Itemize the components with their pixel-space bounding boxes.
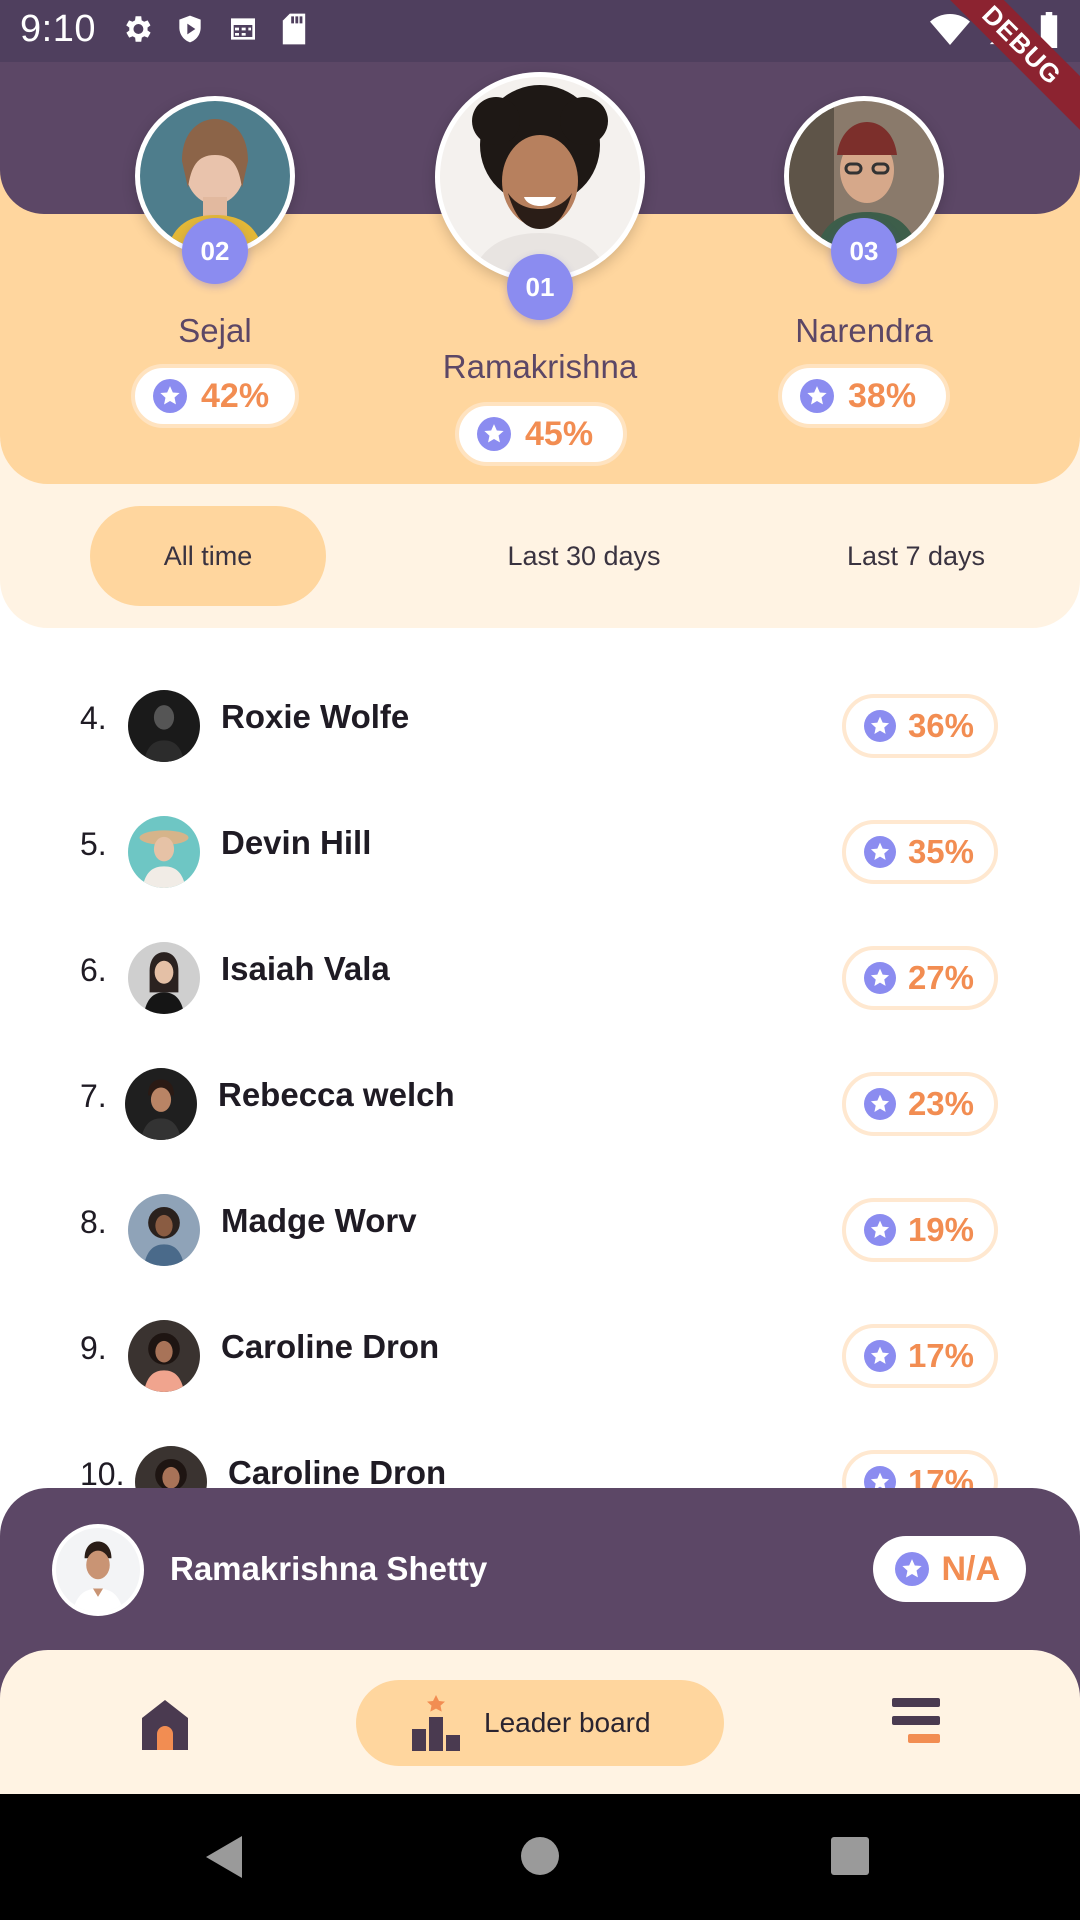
score-pill: 23% — [841, 1072, 998, 1136]
back-button[interactable] — [204, 1834, 244, 1885]
current-user-name: Ramakrishna Shetty — [170, 1550, 488, 1587]
star-icon — [895, 1552, 930, 1586]
score-pill: 38% — [778, 364, 950, 428]
score-value: N/A — [941, 1549, 1000, 1588]
rank-badge: 02 — [182, 218, 248, 284]
gear-icon — [120, 12, 154, 46]
podium-icon — [412, 1695, 460, 1751]
list-item[interactable]: 9. Caroline Dron 17% — [0, 1294, 1080, 1404]
score-value: 27% — [907, 959, 974, 996]
score-value: 45% — [525, 414, 594, 453]
system-navigation-bar — [0, 1794, 1080, 1920]
rank-badge: 03 — [831, 218, 897, 284]
bottom-navigation: Leader board — [0, 1650, 1080, 1794]
star-icon — [153, 379, 187, 413]
menu-icon — [892, 1698, 940, 1743]
avatar — [125, 1068, 197, 1140]
winner-name: Ramakrishna — [442, 348, 638, 385]
score-pill: 27% — [841, 946, 998, 1010]
avatar — [128, 942, 200, 1014]
player-name: Roxie Wolfe — [221, 698, 410, 735]
star-icon — [863, 836, 896, 868]
shield-play-icon — [174, 12, 206, 46]
player-name: Devin Hill — [221, 824, 372, 861]
star-icon — [863, 1340, 896, 1372]
avatar — [128, 816, 200, 888]
star-icon — [477, 417, 511, 451]
debug-ribbon: DEBUG — [920, 0, 1080, 160]
nav-leaderboard-label: Leader board — [484, 1707, 651, 1738]
list-item[interactable]: 5. Devin Hill 35% — [0, 790, 1080, 900]
winner-name: Narendra — [795, 312, 933, 349]
tab-all-time[interactable]: All time — [90, 506, 326, 606]
rank-number: 6. — [80, 952, 107, 988]
rank-number: 5. — [80, 826, 107, 862]
nav-leaderboard[interactable]: Leader board — [356, 1680, 724, 1766]
player-name: Caroline Dron — [228, 1454, 447, 1491]
home-icon — [142, 1700, 188, 1750]
nav-home[interactable] — [136, 1696, 194, 1752]
player-name: Caroline Dron — [221, 1328, 440, 1365]
sd-card-icon — [280, 12, 308, 46]
list-item[interactable]: 8. Madge Worv 19% — [0, 1168, 1080, 1278]
player-name: Rebecca welch — [218, 1076, 455, 1113]
avatar — [128, 1320, 200, 1392]
nav-menu[interactable] — [890, 1694, 942, 1748]
home-circle-icon — [521, 1837, 559, 1875]
avatar — [128, 690, 200, 762]
score-value: 19% — [907, 1211, 974, 1248]
star-icon — [863, 710, 896, 742]
rank-badge: 01 — [507, 254, 573, 320]
recents-icon — [831, 1837, 869, 1875]
tab-last-7-days[interactable]: Last 7 days — [816, 536, 1016, 576]
podium-second-place[interactable]: 02 Sejal 42% — [131, 96, 299, 436]
score-pill: 17% — [841, 1324, 998, 1388]
tab-last-30-days[interactable]: Last 30 days — [464, 536, 704, 576]
score-pill: N/A — [873, 1536, 1026, 1602]
score-pill: 45% — [455, 402, 627, 466]
calendar-icon — [226, 13, 260, 45]
rank-number: 4. — [80, 700, 107, 736]
score-value: 36% — [907, 707, 974, 744]
player-name: Isaiah Vala — [221, 950, 390, 987]
rank-number: 9. — [80, 1330, 107, 1366]
score-pill: 42% — [131, 364, 299, 428]
home-button[interactable] — [520, 1836, 560, 1881]
star-icon — [863, 962, 896, 994]
score-value: 17% — [907, 1337, 974, 1374]
score-value: 23% — [907, 1085, 974, 1122]
avatar — [435, 72, 645, 282]
podium-first-place[interactable]: 01 Ramakrishna 45% — [435, 72, 645, 472]
score-value: 38% — [848, 376, 917, 415]
debug-label: DEBUG — [923, 0, 1080, 144]
star-icon — [863, 1088, 896, 1120]
player-name: Madge Worv — [221, 1202, 417, 1239]
rank-number: 8. — [80, 1204, 107, 1240]
avatar — [128, 1194, 200, 1266]
back-icon — [206, 1836, 242, 1878]
avatar — [52, 1524, 144, 1616]
rank-number: 7. — [80, 1078, 107, 1114]
status-time: 9:10 — [20, 8, 96, 50]
status-bar: 9:10 — [0, 0, 1080, 62]
score-value: 35% — [907, 833, 974, 870]
recents-button[interactable] — [830, 1836, 870, 1881]
score-pill: 19% — [841, 1198, 998, 1262]
star-icon — [800, 379, 834, 413]
score-pill: 36% — [841, 694, 998, 758]
list-item[interactable]: 7. Rebecca welch 23% — [0, 1042, 1080, 1152]
score-value: 42% — [201, 376, 270, 415]
star-icon — [863, 1214, 896, 1246]
score-pill: 35% — [841, 820, 998, 884]
list-item[interactable]: 6. Isaiah Vala 27% — [0, 916, 1080, 1026]
winner-name: Sejal — [178, 312, 252, 349]
list-item[interactable]: 4. Roxie Wolfe 36% — [0, 664, 1080, 774]
